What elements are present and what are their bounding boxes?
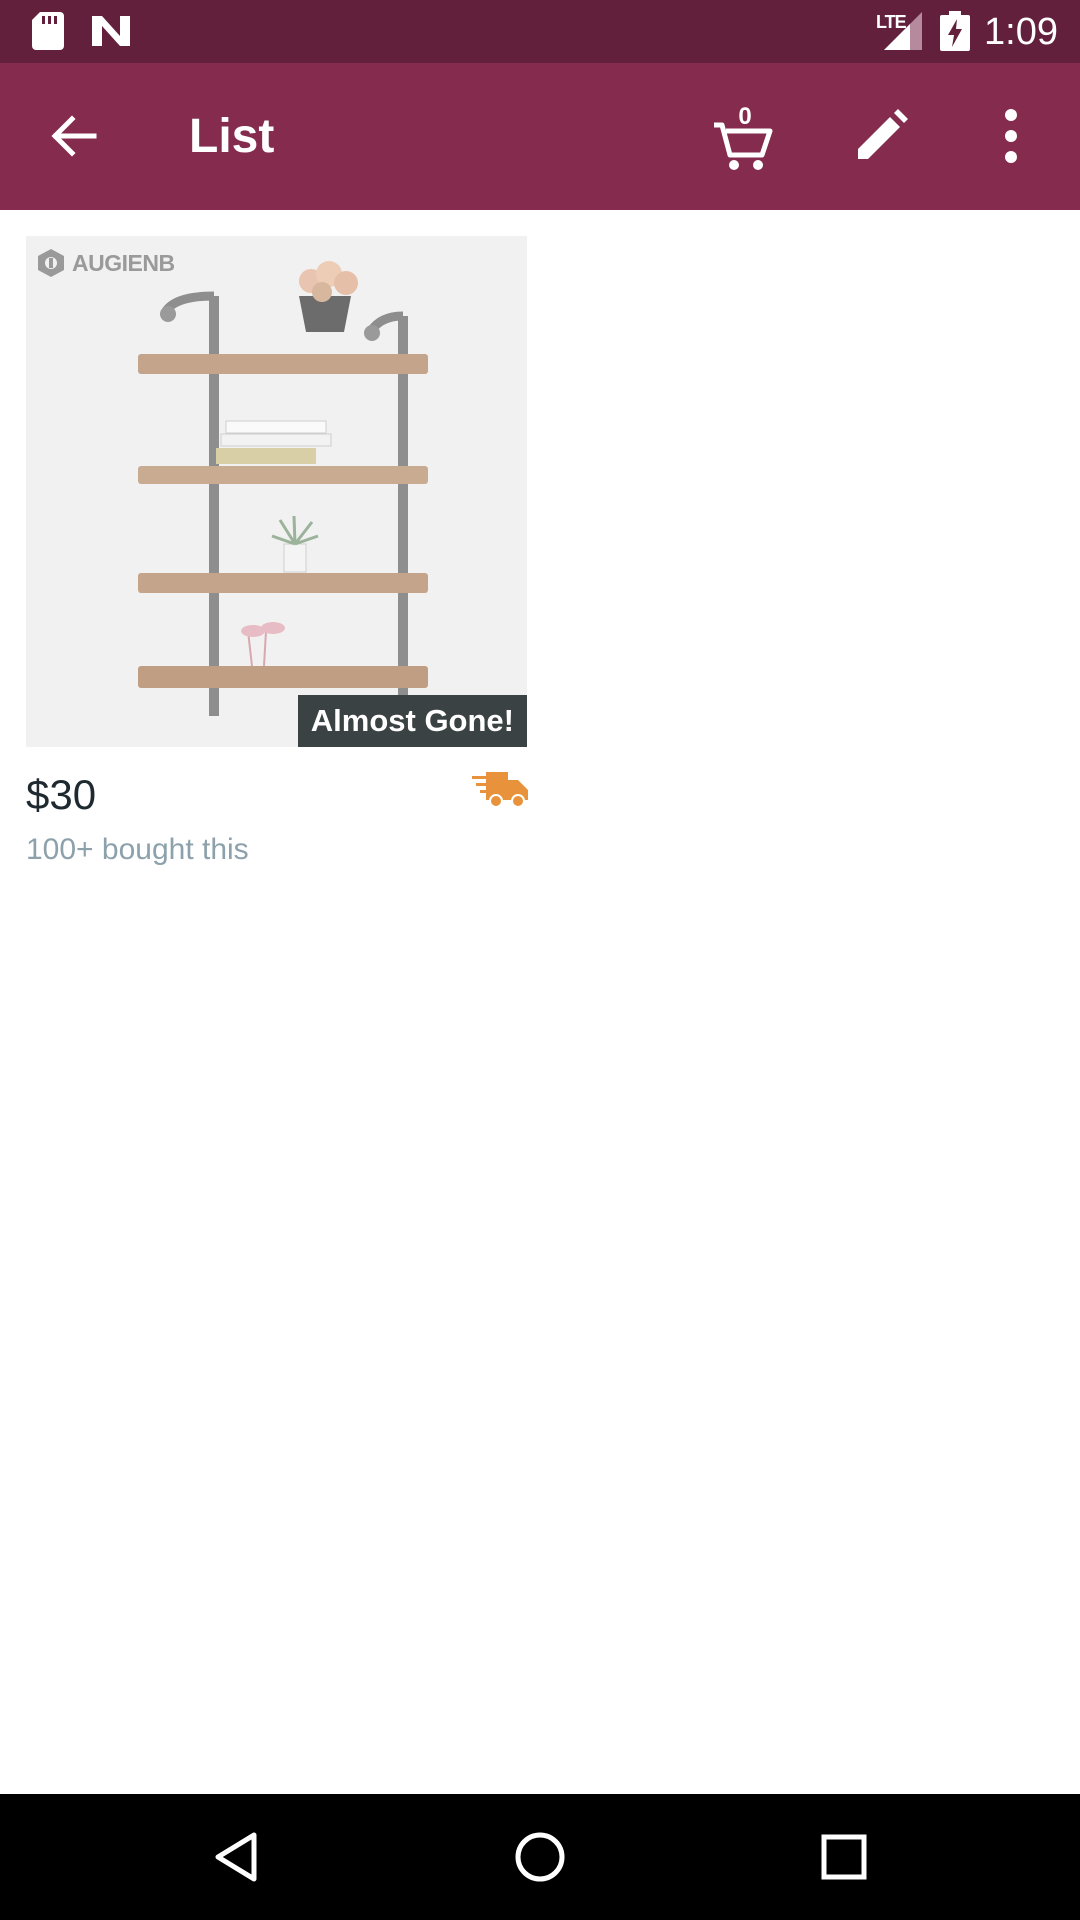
nav-home-icon[interactable] [512, 1829, 568, 1885]
app-bar: List 0 [0, 63, 1080, 210]
signal-icon [884, 12, 922, 50]
product-price: $30 [26, 771, 97, 818]
shelf-image-illustration [138, 261, 428, 716]
edit-pencil-icon[interactable] [854, 109, 908, 163]
system-nav-bar [0, 1794, 1080, 1920]
product-image[interactable]: AUGIENB Almost Gone! [26, 236, 527, 747]
status-bar: LTE 1:09 [0, 0, 1080, 63]
brand-logo: AUGIENB [36, 248, 175, 278]
more-options-icon[interactable] [996, 107, 1026, 165]
nav-recents-icon[interactable] [816, 1829, 872, 1885]
sd-card-icon [32, 12, 64, 50]
truck-icon [472, 772, 528, 808]
nav-back-icon[interactable] [208, 1829, 264, 1885]
cart-count-badge: 0 [738, 103, 752, 130]
clock: 1:09 [984, 11, 1058, 53]
notification-n-icon [92, 16, 130, 46]
page-title: List [189, 110, 275, 163]
almost-gone-badge: Almost Gone! [297, 695, 527, 747]
battery-charging-icon [940, 11, 970, 51]
brand-logo-icon [38, 249, 64, 277]
brand-logo-text: AUGIENB [72, 249, 175, 276]
product-card[interactable]: AUGIENB Almost Gone! $30 100+ bought thi… [26, 236, 528, 866]
bought-count-text: 100+ bought this [26, 833, 249, 866]
back-arrow-icon[interactable] [48, 110, 100, 162]
